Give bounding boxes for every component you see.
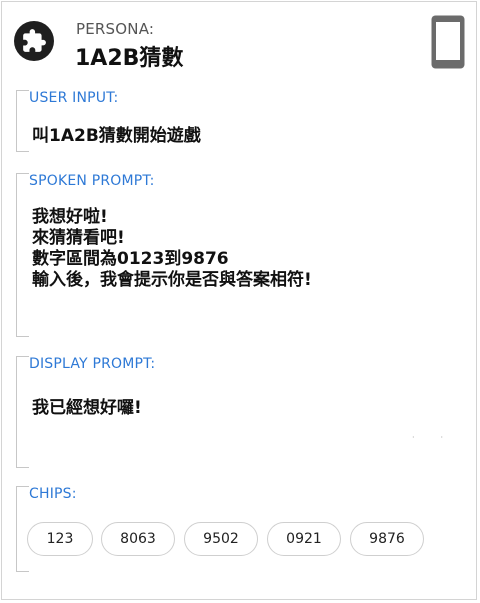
- chip[interactable]: 9876: [350, 522, 424, 556]
- spoken-prompt-line: 輸入後，我會提示你是否與答案相符!: [32, 270, 312, 290]
- user-input-label: USER INPUT:: [29, 90, 119, 106]
- section-bracket: [16, 173, 29, 337]
- section-bracket: [16, 90, 29, 152]
- spoken-prompt-text: 我想好啦! 來猜猜看吧! 數字區間為0123到9876 輸入後，我會提示你是否與…: [32, 207, 312, 291]
- persona-label: PERSONA:: [76, 20, 155, 38]
- persona-name: 1A2B猜數: [75, 46, 184, 71]
- persona-avatar: [14, 21, 54, 61]
- phone-icon[interactable]: [430, 14, 466, 70]
- user-input-text: 叫1A2B猜數開始遊戲: [32, 126, 201, 146]
- section-bracket: [16, 356, 29, 468]
- chip[interactable]: 9502: [184, 522, 258, 556]
- chip[interactable]: 0921: [267, 522, 341, 556]
- spoken-prompt-line: 來猜猜看吧!: [32, 228, 125, 248]
- user-input-section: USER INPUT: 叫1A2B猜數開始遊戲: [16, 90, 468, 152]
- persona-card: PERSONA: 1A2B猜數 USER INPUT: 叫1A2B猜數開始遊戲 …: [1, 1, 477, 600]
- display-prompt-text: 我已經想好囉!: [32, 398, 142, 418]
- chip[interactable]: 123: [27, 522, 93, 556]
- spoken-prompt-line: 我想好啦!: [32, 207, 108, 227]
- spoken-prompt-section: SPOKEN PROMPT: 我想好啦! 來猜猜看吧! 數字區間為0123到98…: [16, 173, 468, 337]
- chip[interactable]: 8063: [101, 522, 175, 556]
- decorative-dots: ··: [412, 433, 470, 442]
- display-prompt-label: DISPLAY PROMPT:: [29, 356, 156, 372]
- puzzle-icon: [23, 29, 46, 52]
- spoken-prompt-line: 數字區間為0123到9876: [32, 249, 229, 269]
- display-prompt-section: DISPLAY PROMPT: 我已經想好囉!: [16, 356, 468, 468]
- chips-label: CHIPS:: [29, 486, 77, 502]
- section-bracket: [16, 486, 29, 572]
- spoken-prompt-label: SPOKEN PROMPT:: [29, 173, 155, 189]
